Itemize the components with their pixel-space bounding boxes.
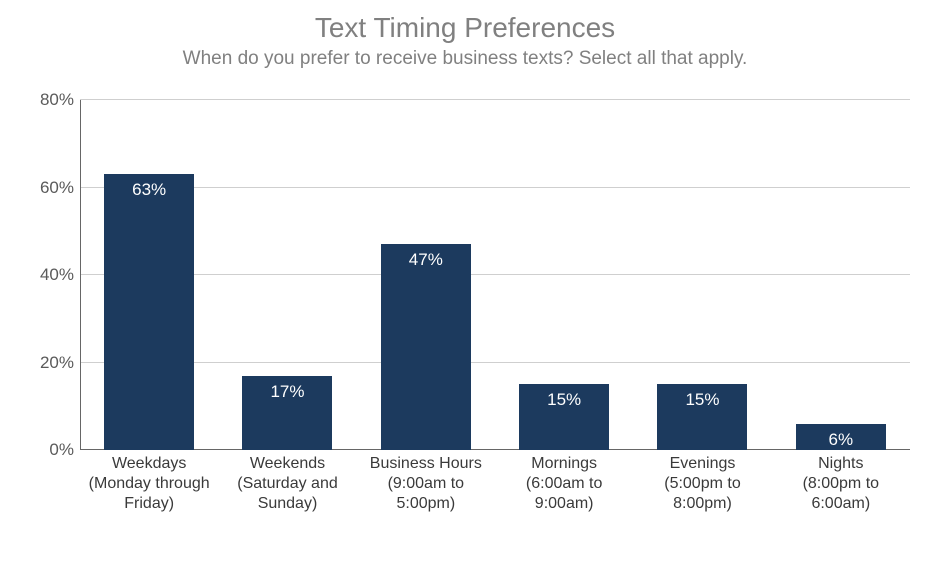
- bar-slot: 47%: [357, 100, 495, 450]
- y-tick-label: 60%: [28, 178, 74, 198]
- x-label-line1: Weekdays: [86, 454, 212, 474]
- bar-value-label: 17%: [242, 382, 332, 402]
- x-label-line2: (Monday through Friday): [86, 474, 212, 514]
- x-label-line1: Evenings: [639, 454, 765, 474]
- x-label-line2: (5:00pm to 8:00pm): [639, 474, 765, 514]
- plot-area: 80% 60% 40% 20% 0% 63% 17% 47%: [80, 100, 910, 450]
- bars-group: 63% 17% 47% 15% 15%: [80, 100, 910, 450]
- y-tick-label: 0%: [28, 440, 74, 460]
- x-label-line1: Business Hours: [363, 454, 489, 474]
- x-label-line1: Nights: [778, 454, 904, 474]
- x-label-line2: (8:00pm to 6:00am): [778, 474, 904, 514]
- chart-subtitle: When do you prefer to receive business t…: [0, 48, 930, 70]
- bar-value-label: 6%: [796, 430, 886, 450]
- y-tick-label: 20%: [28, 353, 74, 373]
- x-label: Weekdays (Monday through Friday): [80, 454, 218, 514]
- bar-slot: 6%: [772, 100, 910, 450]
- bar-value-label: 63%: [104, 180, 194, 200]
- x-labels-group: Weekdays (Monday through Friday) Weekend…: [80, 454, 910, 514]
- bar-value-label: 15%: [519, 390, 609, 410]
- x-label-line2: (6:00am to 9:00am): [501, 474, 627, 514]
- bar-slot: 15%: [495, 100, 633, 450]
- bar-weekends: 17%: [242, 376, 332, 450]
- bar-slot: 15%: [633, 100, 771, 450]
- x-label-line1: Weekends: [224, 454, 350, 474]
- x-label: Mornings (6:00am to 9:00am): [495, 454, 633, 514]
- x-label: Business Hours (9:00am to 5:00pm): [357, 454, 495, 514]
- y-tick-label: 80%: [28, 90, 74, 110]
- x-label: Weekends (Saturday and Sunday): [218, 454, 356, 514]
- bar-nights: 6%: [796, 424, 886, 450]
- chart-title: Text Timing Preferences: [0, 12, 930, 44]
- bar-value-label: 47%: [381, 250, 471, 270]
- bar-value-label: 15%: [657, 390, 747, 410]
- bar-evenings: 15%: [657, 384, 747, 450]
- chart-container: Text Timing Preferences When do you pref…: [0, 0, 930, 572]
- y-tick-label: 40%: [28, 265, 74, 285]
- x-label: Nights (8:00pm to 6:00am): [772, 454, 910, 514]
- x-label-line2: (9:00am to 5:00pm): [363, 474, 489, 514]
- bar-weekdays: 63%: [104, 174, 194, 450]
- bar-slot: 17%: [218, 100, 356, 450]
- bar-business-hours: 47%: [381, 244, 471, 450]
- bar-slot: 63%: [80, 100, 218, 450]
- x-label: Evenings (5:00pm to 8:00pm): [633, 454, 771, 514]
- x-label-line2: (Saturday and Sunday): [224, 474, 350, 514]
- x-label-line1: Mornings: [501, 454, 627, 474]
- bar-mornings: 15%: [519, 384, 609, 450]
